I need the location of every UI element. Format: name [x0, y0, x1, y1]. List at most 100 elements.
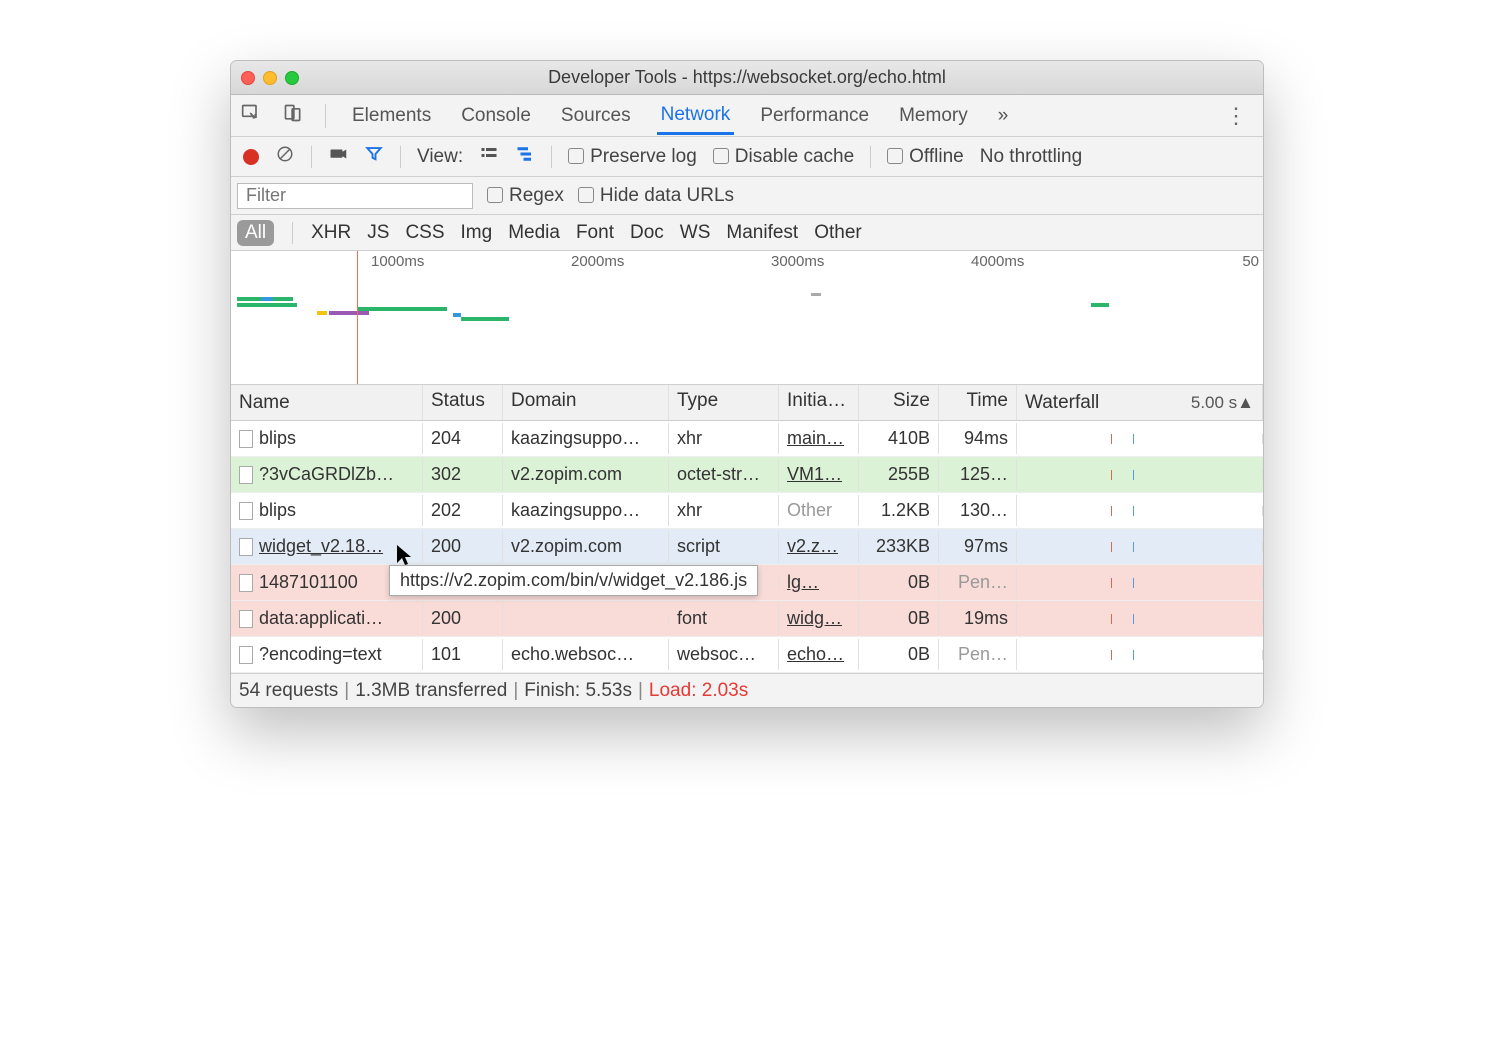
col-initiator[interactable]: Initia… — [779, 385, 859, 420]
filter-other[interactable]: Other — [814, 222, 862, 244]
request-initiator: Other — [787, 500, 832, 520]
table-row[interactable]: ?encoding=text101echo.websoc…websoc…echo… — [231, 637, 1263, 673]
request-domain: kaazingsuppo… — [503, 423, 669, 454]
hide-data-urls-checkbox[interactable]: Hide data URLs — [578, 185, 734, 207]
filter-input[interactable] — [237, 183, 473, 209]
request-status: 101 — [423, 639, 503, 670]
request-initiator[interactable]: v2.z… — [787, 536, 838, 556]
tick: 1000ms — [371, 253, 424, 270]
table-row[interactable]: ?3vCaGRDlZb…302v2.zopim.comoctet-str…VM1… — [231, 457, 1263, 493]
filter-all[interactable]: All — [237, 220, 274, 246]
status-bar: 54 requests | 1.3MB transferred | Finish… — [231, 673, 1263, 707]
request-waterfall — [1017, 542, 1263, 552]
offline-checkbox[interactable]: Offline — [887, 146, 964, 168]
filter-css[interactable]: CSS — [405, 222, 444, 244]
request-status: 204 — [423, 423, 503, 454]
filter-font[interactable]: Font — [576, 222, 614, 244]
file-icon — [239, 646, 253, 664]
tick: 4000ms — [971, 253, 1024, 270]
col-type[interactable]: Type — [669, 385, 779, 420]
col-waterfall[interactable]: Waterfall 5.00 s▲ — [1017, 385, 1263, 420]
filter-doc[interactable]: Doc — [630, 222, 664, 244]
request-time: Pen… — [939, 567, 1017, 598]
tab-performance[interactable]: Performance — [756, 97, 873, 135]
request-waterfall — [1017, 506, 1263, 516]
request-initiator[interactable]: echo… — [787, 644, 844, 664]
capture-screenshot-icon[interactable] — [328, 145, 348, 169]
filter-media[interactable]: Media — [508, 222, 560, 244]
device-toolbar-icon[interactable] — [283, 103, 303, 129]
request-time: 97ms — [939, 531, 1017, 562]
request-initiator[interactable]: VM1… — [787, 464, 842, 484]
url-tooltip: https://v2.zopim.com/bin/v/widget_v2.186… — [389, 565, 758, 596]
overview-timeline[interactable]: 1000ms 2000ms 3000ms 4000ms 50 — [231, 251, 1263, 385]
divider — [870, 146, 871, 168]
filter-icon[interactable] — [364, 145, 384, 169]
record-icon[interactable] — [243, 149, 259, 165]
tabs-overflow[interactable]: » — [994, 97, 1013, 135]
filter-xhr[interactable]: XHR — [311, 222, 351, 244]
request-size: 0B — [859, 603, 939, 634]
file-icon — [239, 574, 253, 592]
divider — [292, 222, 293, 244]
request-time: 19ms — [939, 603, 1017, 634]
col-name[interactable]: Name — [231, 385, 423, 420]
request-initiator[interactable]: lg… — [787, 572, 819, 592]
request-type: websoc… — [669, 639, 779, 670]
tab-network[interactable]: Network — [657, 96, 735, 135]
request-size: 0B — [859, 639, 939, 670]
request-name: widget_v2.18… — [259, 536, 383, 557]
request-initiator[interactable]: main… — [787, 428, 844, 448]
file-icon — [239, 430, 253, 448]
tab-sources[interactable]: Sources — [557, 97, 635, 135]
file-icon — [239, 538, 253, 556]
request-domain: v2.zopim.com — [503, 459, 669, 490]
request-domain: v2.zopim.com — [503, 531, 669, 562]
filter-manifest[interactable]: Manifest — [726, 222, 798, 244]
devtools-window: Developer Tools - https://websocket.org/… — [230, 60, 1264, 708]
timeline-ticks: 1000ms 2000ms 3000ms 4000ms 50 — [231, 251, 1263, 273]
col-status[interactable]: Status — [423, 385, 503, 420]
tab-elements[interactable]: Elements — [348, 97, 435, 135]
tick: 50 — [1242, 253, 1259, 270]
filter-js[interactable]: JS — [367, 222, 389, 244]
table-row[interactable]: data:applicati…200fontwidg…0B19ms — [231, 601, 1263, 637]
tab-console[interactable]: Console — [457, 97, 535, 135]
filter-ws[interactable]: WS — [680, 222, 711, 244]
timeline-caret[interactable] — [357, 251, 358, 384]
throttling-select[interactable]: No throttling — [980, 146, 1082, 168]
request-size: 255B — [859, 459, 939, 490]
table-row[interactable]: blips202kaazingsuppo…xhrOther1.2KB130… — [231, 493, 1263, 529]
list-view-icon[interactable] — [479, 145, 499, 169]
col-domain[interactable]: Domain — [503, 385, 669, 420]
request-rows: blips204kaazingsuppo…xhrmain…410B94ms?3v… — [231, 421, 1263, 673]
request-time: Pen… — [939, 639, 1017, 670]
cursor-icon — [395, 543, 413, 567]
request-time: 94ms — [939, 423, 1017, 454]
table-row[interactable]: blips204kaazingsuppo…xhrmain…410B94ms — [231, 421, 1263, 457]
request-status: 202 — [423, 495, 503, 526]
tick: 2000ms — [571, 253, 624, 270]
status-requests: 54 requests — [239, 680, 338, 702]
request-waterfall — [1017, 650, 1263, 660]
col-size[interactable]: Size — [859, 385, 939, 420]
request-type: xhr — [669, 423, 779, 454]
status-load: Load: 2.03s — [649, 680, 748, 702]
table-row[interactable]: widget_v2.18…200v2.zopim.comscriptv2.z…2… — [231, 529, 1263, 565]
waterfall-view-icon[interactable] — [515, 145, 535, 169]
kebab-menu-icon[interactable]: ⋮ — [1219, 103, 1253, 129]
divider — [551, 146, 552, 168]
col-time[interactable]: Time — [939, 385, 1017, 420]
file-icon — [239, 610, 253, 628]
filter-img[interactable]: Img — [461, 222, 493, 244]
request-type: xhr — [669, 495, 779, 526]
inspect-element-icon[interactable] — [241, 103, 261, 129]
tab-memory[interactable]: Memory — [895, 97, 972, 135]
regex-checkbox[interactable]: Regex — [487, 185, 564, 207]
disable-cache-checkbox[interactable]: Disable cache — [713, 146, 854, 168]
preserve-log-checkbox[interactable]: Preserve log — [568, 146, 697, 168]
clear-icon[interactable] — [275, 145, 295, 169]
divider — [311, 146, 312, 168]
request-size: 1.2KB — [859, 495, 939, 526]
request-initiator[interactable]: widg… — [787, 608, 842, 628]
